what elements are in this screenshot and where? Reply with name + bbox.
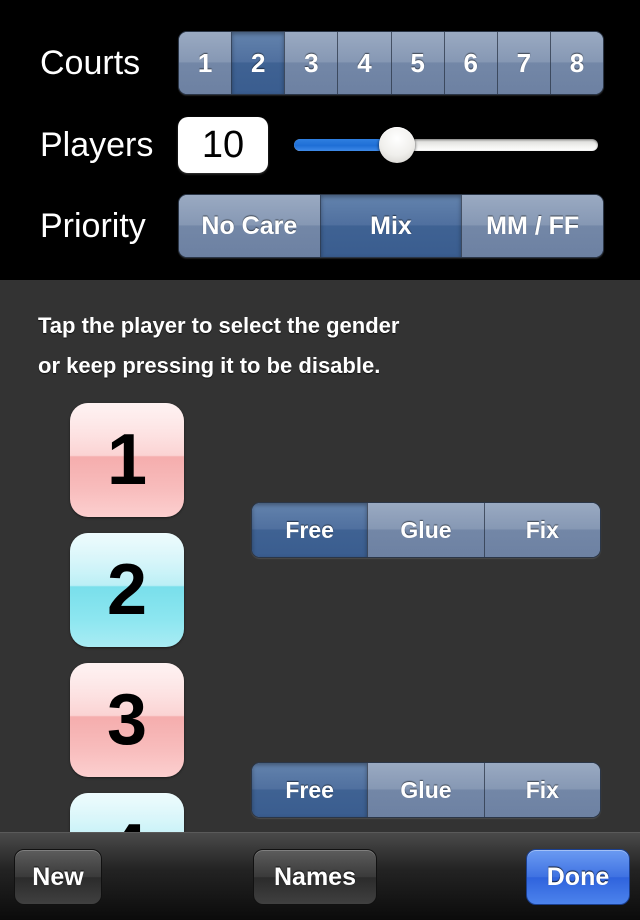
player-tile-number: 1 bbox=[106, 420, 148, 500]
players-slider[interactable] bbox=[294, 117, 598, 173]
instruction-text: Tap the player to select the gender or k… bbox=[38, 306, 558, 386]
player-tile-3[interactable]: 3 bbox=[70, 663, 184, 777]
players-label: Players bbox=[40, 126, 154, 164]
pair-1-segment-fix[interactable]: Fix bbox=[483, 503, 600, 557]
priority-row: Priority No Care Mix MM / FF bbox=[0, 192, 640, 260]
player-tile-1[interactable]: 1 bbox=[70, 403, 184, 517]
pair-2-segment-free[interactable]: Free bbox=[252, 763, 368, 817]
players-count-input[interactable]: 10 bbox=[178, 117, 268, 173]
courts-row: Courts 1 2 3 4 5 6 7 8 bbox=[0, 28, 640, 98]
courts-segmented-control[interactable]: 1 2 3 4 5 6 7 8 bbox=[178, 31, 604, 95]
player-tile-2[interactable]: 2 bbox=[70, 533, 184, 647]
pair-1-segment-glue[interactable]: Glue bbox=[367, 503, 484, 557]
players-scroll-area[interactable]: Tap the player to select the gender or k… bbox=[0, 280, 640, 832]
instruction-line-1: Tap the player to select the gender bbox=[38, 313, 400, 338]
priority-segmented-control[interactable]: No Care Mix MM / FF bbox=[178, 194, 604, 258]
names-button[interactable]: Names bbox=[253, 849, 377, 905]
courts-segment-2[interactable]: 2 bbox=[231, 32, 285, 94]
courts-segment-7[interactable]: 7 bbox=[496, 32, 550, 94]
priority-segment-no-care[interactable]: No Care bbox=[179, 195, 320, 257]
priority-segment-mm-ff[interactable]: MM / FF bbox=[461, 195, 603, 257]
new-button[interactable]: New bbox=[14, 849, 102, 905]
courts-segment-8[interactable]: 8 bbox=[549, 32, 603, 94]
player-tile-list: 1 2 3 4 bbox=[70, 403, 184, 832]
pair-mode-segmented-control-2[interactable]: Free Glue Fix bbox=[251, 762, 601, 818]
priority-segment-mix[interactable]: Mix bbox=[319, 195, 462, 257]
slider-track[interactable] bbox=[294, 139, 598, 151]
courts-segment-4[interactable]: 4 bbox=[337, 32, 391, 94]
pair-1-segment-free[interactable]: Free bbox=[252, 503, 368, 557]
player-tile-number: 4 bbox=[107, 814, 147, 832]
pair-2-segment-glue[interactable]: Glue bbox=[367, 763, 484, 817]
done-button[interactable]: Done bbox=[526, 849, 630, 905]
courts-segment-1[interactable]: 1 bbox=[179, 32, 232, 94]
pair-2-segment-fix[interactable]: Fix bbox=[483, 763, 600, 817]
pair-mode-segmented-control-1[interactable]: Free Glue Fix bbox=[251, 502, 601, 558]
settings-header: Courts 1 2 3 4 5 6 7 8 Players 10 Priori… bbox=[0, 0, 640, 280]
player-tile-4[interactable]: 4 bbox=[70, 793, 184, 832]
players-row: Players 10 bbox=[0, 112, 640, 178]
bottom-toolbar: New Names Done bbox=[0, 832, 640, 920]
slider-thumb[interactable] bbox=[379, 127, 416, 163]
priority-label: Priority bbox=[40, 207, 146, 245]
app-root: Courts 1 2 3 4 5 6 7 8 Players 10 Priori… bbox=[0, 0, 640, 920]
courts-segment-6[interactable]: 6 bbox=[443, 32, 497, 94]
player-tile-number: 3 bbox=[106, 680, 148, 760]
courts-label: Courts bbox=[40, 44, 141, 82]
player-tile-number: 2 bbox=[106, 550, 148, 630]
instruction-line-2: or keep pressing it to be disable. bbox=[38, 353, 381, 378]
courts-segment-5[interactable]: 5 bbox=[390, 32, 444, 94]
courts-segment-3[interactable]: 3 bbox=[284, 32, 338, 94]
